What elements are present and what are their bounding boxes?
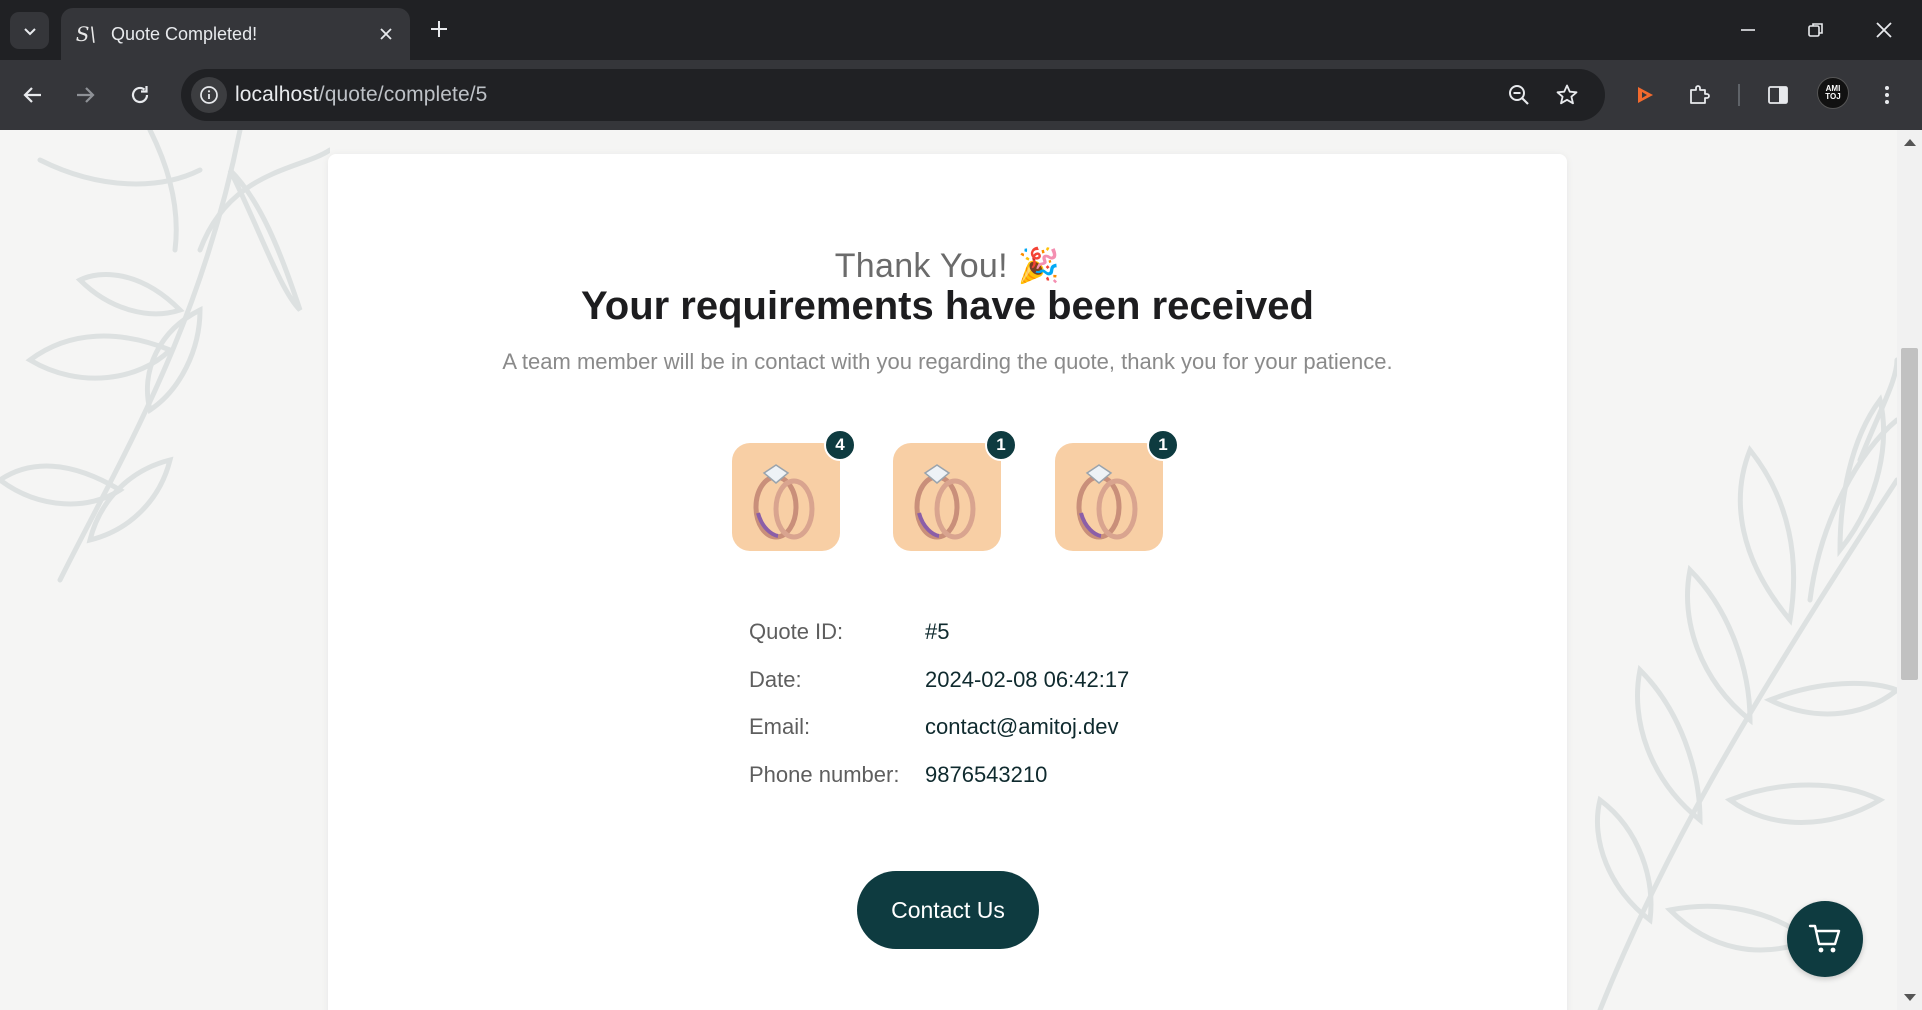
info-icon (200, 86, 218, 104)
scroll-down-arrow-icon[interactable] (1904, 994, 1916, 1001)
puzzle-icon (1690, 85, 1710, 104)
detail-value: contact@amitoj.dev (925, 714, 1119, 739)
toolbar-separator (1738, 84, 1740, 106)
quantity-badge: 1 (985, 429, 1017, 461)
side-panel-icon (1768, 86, 1788, 104)
leaf-decoration-right (1594, 357, 1897, 1010)
url-text: localhost/quote/complete/5 (235, 83, 487, 107)
page-viewport: Thank You! 🎉 Your requirements have been… (0, 130, 1897, 1010)
zoom-out-icon (1509, 85, 1529, 105)
page-title: Your requirements have been received (581, 284, 1314, 328)
reload-button[interactable] (119, 74, 161, 116)
arrow-left-icon (23, 87, 41, 103)
detail-label: Quote ID: (749, 619, 844, 644)
site-info-button[interactable] (191, 77, 227, 113)
detail-value: 9876543210 (925, 762, 1048, 787)
restore-icon (1808, 23, 1823, 37)
scroll-up-arrow-icon[interactable] (1904, 139, 1916, 146)
extension-logo-icon (1638, 87, 1653, 103)
reload-icon (131, 86, 149, 104)
shopping-cart-icon (1808, 924, 1841, 953)
chevron-down-icon (23, 27, 36, 35)
profile-avatar[interactable]: AMI TOJ (1817, 77, 1849, 109)
bookmark-button[interactable] (1551, 79, 1583, 111)
thank-you-label: Thank You! (834, 247, 1008, 285)
page-scrollbar[interactable] (1897, 130, 1922, 1010)
forward-button[interactable] (64, 74, 106, 116)
detail-value: 2024-02-08 06:42:17 (925, 667, 1130, 692)
detail-row-quote-id: Quote ID: #5 (749, 619, 1249, 649)
back-button[interactable] (12, 74, 54, 116)
cart-button[interactable] (1787, 901, 1863, 977)
product-thumbnail[interactable]: 1 (1055, 429, 1179, 551)
minimize-button[interactable] (1714, 0, 1782, 60)
url-host: localhost (235, 83, 319, 106)
scrollbar-thumb[interactable] (1901, 348, 1918, 680)
confirmation-message: A team member will be in contact with yo… (502, 349, 1393, 374)
ring-image-icon (753, 464, 815, 540)
address-bar[interactable]: localhost/quote/complete/5 (181, 69, 1605, 121)
extensions-menu-button[interactable] (1680, 76, 1718, 114)
side-panel-button[interactable] (1759, 76, 1797, 114)
active-tab[interactable]: S\ Quote Completed! (61, 8, 410, 60)
browser-menu-button[interactable] (1868, 76, 1906, 114)
tab-search-button[interactable] (10, 12, 49, 49)
more-vertical-icon (1885, 86, 1889, 104)
detail-label: Email: (749, 714, 811, 739)
site-favicon: S\ (75, 22, 97, 46)
minimize-icon (1741, 29, 1755, 31)
tab-bar: S\ Quote Completed! (0, 0, 1922, 60)
zoom-button[interactable] (1503, 79, 1535, 111)
ring-image-icon (1076, 464, 1138, 540)
thank-you-text: Thank You! 🎉 (328, 246, 1567, 286)
tab-title: Quote Completed! (111, 23, 258, 44)
ring-image-icon (914, 464, 976, 540)
star-icon (1556, 84, 1578, 105)
detail-row-email: Email: contact@amitoj.dev (749, 714, 1249, 744)
arrow-right-icon (77, 87, 95, 103)
product-thumbnail[interactable]: 4 (732, 429, 856, 551)
detail-label: Date: (749, 667, 802, 692)
party-popper-icon: 🎉 (1017, 247, 1061, 285)
quantity-badge: 4 (824, 429, 856, 461)
url-path: /quote/complete/5 (318, 83, 488, 106)
close-icon (1876, 22, 1892, 38)
detail-row-phone: Phone number: 9876543210 (749, 762, 1249, 792)
plus-icon (431, 21, 447, 37)
close-icon (380, 28, 392, 40)
contact-us-button[interactable]: Contact Us (857, 871, 1039, 949)
leaf-decoration-left (0, 130, 330, 583)
detail-value: #5 (925, 619, 950, 644)
product-thumbnail[interactable]: 1 (893, 429, 1017, 551)
quote-confirmation-card: Thank You! 🎉 Your requirements have been… (328, 154, 1567, 1010)
new-tab-button[interactable] (422, 12, 456, 46)
close-window-button[interactable] (1850, 0, 1918, 60)
quantity-badge: 1 (1147, 429, 1179, 461)
detail-row-date: Date: 2024-02-08 06:42:17 (749, 667, 1249, 697)
restore-button[interactable] (1782, 0, 1850, 60)
browser-toolbar: localhost/quote/complete/5 AMI TOJ (0, 60, 1922, 130)
tab-close-button[interactable] (372, 20, 400, 48)
detail-label: Phone number: (749, 762, 900, 787)
extension-button[interactable] (1626, 76, 1664, 114)
